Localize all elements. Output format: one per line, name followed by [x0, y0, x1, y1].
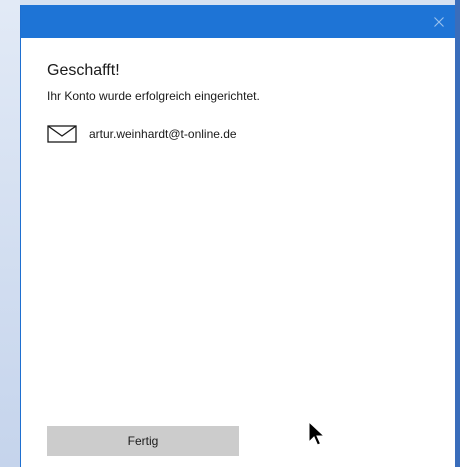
- close-icon: [433, 16, 444, 27]
- dialog-heading: Geschafft!: [47, 62, 120, 79]
- done-button[interactable]: Fertig: [47, 426, 239, 456]
- desktop-background: [0, 0, 20, 467]
- mouse-pointer-icon: [308, 421, 326, 446]
- mail-icon: [47, 125, 77, 143]
- account-email: artur.weinhardt@t-online.de: [89, 127, 237, 141]
- account-row: artur.weinhardt@t-online.de: [47, 125, 435, 143]
- close-button[interactable]: [422, 5, 455, 38]
- success-message: Ihr Konto wurde erfolgreich eingerichtet…: [47, 89, 260, 103]
- dialog-content: Geschafft! Ihr Konto wurde erfolgreich e…: [47, 61, 435, 143]
- account-setup-dialog: Geschafft! Ihr Konto wurde erfolgreich e…: [20, 5, 455, 467]
- title-bar: [21, 5, 455, 38]
- window-edge: [455, 0, 460, 467]
